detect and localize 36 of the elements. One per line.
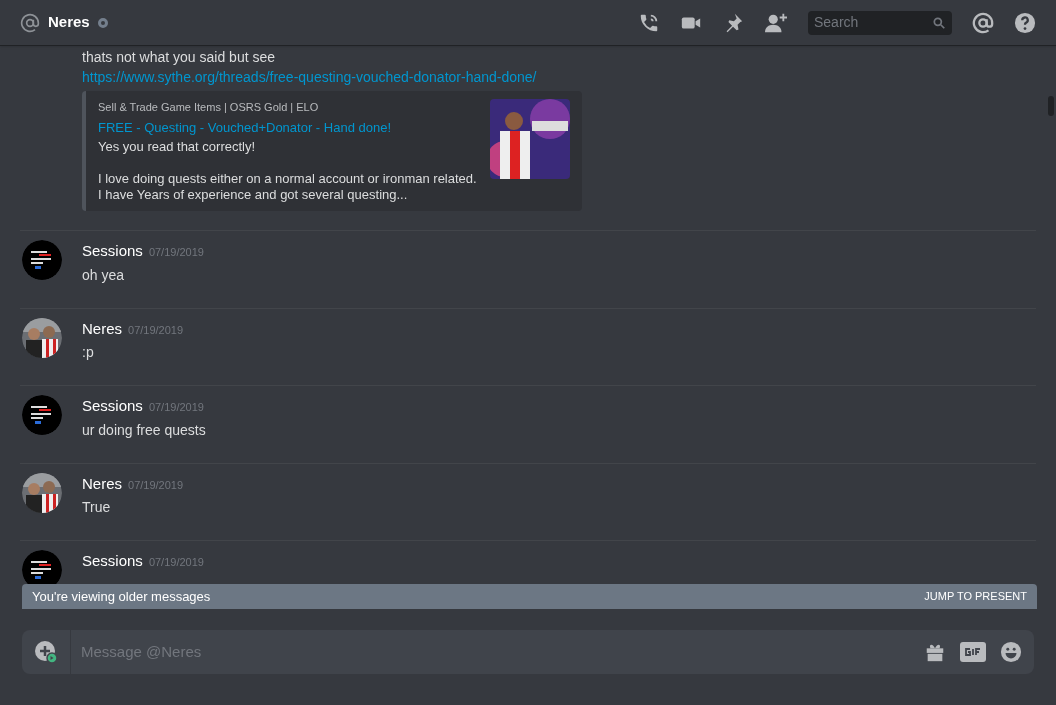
embed-title[interactable]: FREE - Questing - Vouched+Donator - Hand done! xyxy=(98,119,482,137)
search-input[interactable]: Search xyxy=(814,12,932,33)
timestamp: 07/19/2019 xyxy=(148,245,204,260)
link[interactable]: https://www.sythe.org/threads/free-questing-vouched-donator-hand-done/ xyxy=(82,66,1024,88)
username[interactable]: Sessions xyxy=(82,240,143,263)
timestamp: 07/19/2019 xyxy=(128,322,184,338)
status-icon xyxy=(97,17,108,28)
add-friend-icon[interactable] xyxy=(764,11,788,34)
scrollbar-thumb xyxy=(1048,96,1054,116)
at-sign-icon xyxy=(20,12,40,33)
username[interactable]: Sessions xyxy=(82,550,143,573)
help-icon[interactable] xyxy=(1014,11,1036,34)
embed-description: I love doing quests either on a normal account or ironman related. xyxy=(98,171,478,187)
timestamp: 07/19/2019 xyxy=(128,477,184,493)
emoji-icon[interactable] xyxy=(1000,641,1022,663)
banner-text: You're viewing older messages xyxy=(32,587,212,606)
message-text: thats not what you said but see xyxy=(82,48,276,66)
search-field[interactable]: Search xyxy=(808,10,952,35)
message-text: oh yea xyxy=(82,265,126,285)
add-attachment-icon[interactable] xyxy=(34,640,58,664)
window-title: Neres xyxy=(48,12,90,33)
embed-provider: Sell & Trade Game Items | OSRS Gold | ELO xyxy=(98,100,320,115)
message-text: ur doing free quests xyxy=(82,420,206,440)
embed-description: I have Years of experience and got several questing... xyxy=(98,187,409,203)
message-text: :p xyxy=(82,343,95,362)
message-text: True xyxy=(82,498,112,517)
jump-to-present-button[interactable]: JUMP TO PRESENT xyxy=(924,588,1027,605)
mention-icon[interactable] xyxy=(972,11,994,34)
timestamp: 07/19/2019 xyxy=(148,555,204,570)
username[interactable]: Sessions xyxy=(82,395,143,418)
gif-icon[interactable] xyxy=(960,642,986,662)
search-icon xyxy=(932,15,946,30)
timestamp: 07/19/2019 xyxy=(148,400,204,415)
embed-description: Yes you read that correctly! xyxy=(98,139,257,155)
username[interactable]: Neres xyxy=(82,317,122,340)
username[interactable]: Neres xyxy=(82,472,122,495)
